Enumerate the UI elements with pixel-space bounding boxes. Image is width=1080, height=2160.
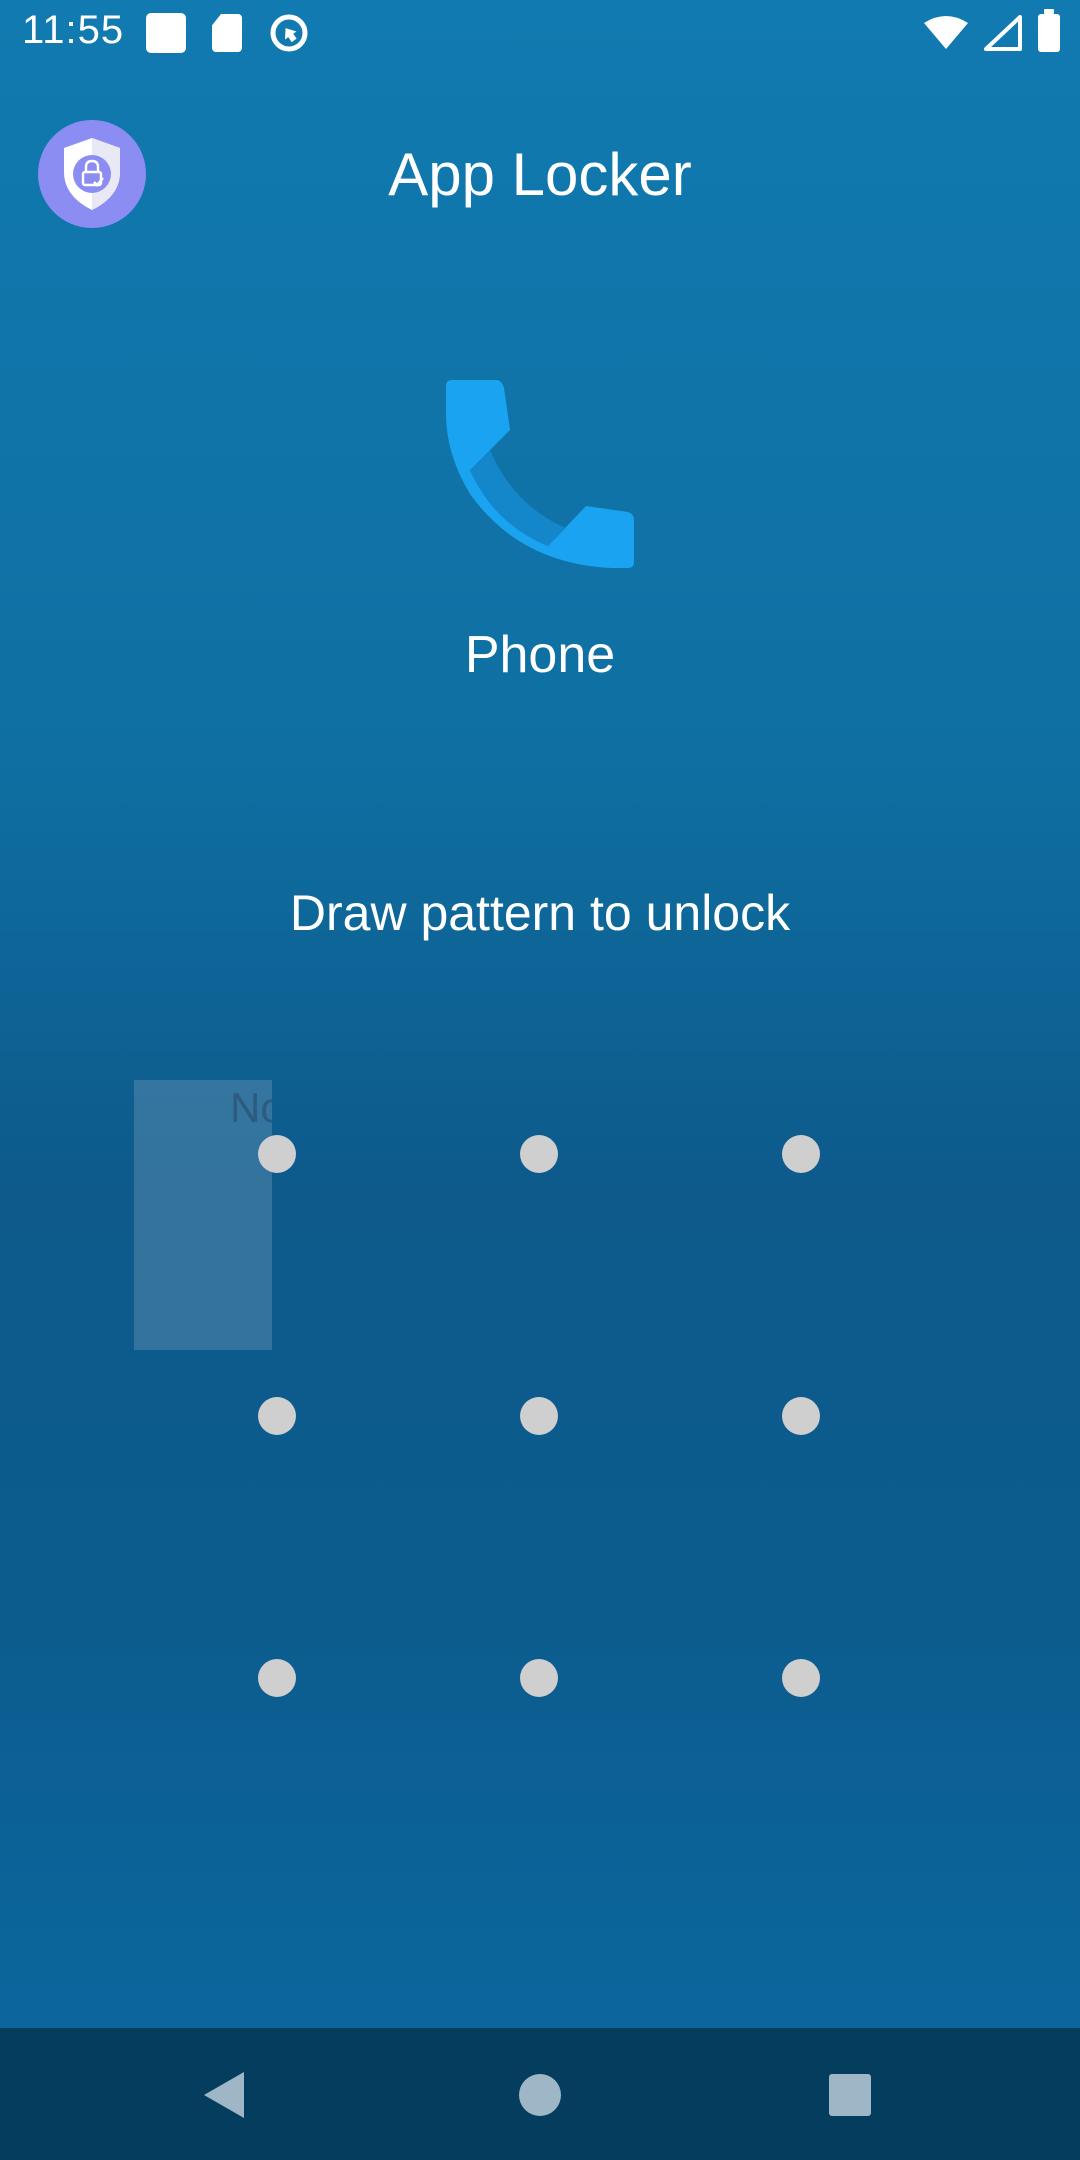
sd-card-icon	[212, 14, 242, 52]
status-time: 11:55	[22, 8, 125, 52]
locked-app-name: Phone	[464, 626, 616, 684]
ghost-overlay: No	[134, 1080, 272, 1350]
unlock-instruction: Draw pattern to unlock	[289, 885, 791, 941]
square-notification-icon	[146, 13, 186, 53]
battery-icon	[1038, 9, 1060, 52]
pattern-dot-4[interactable]	[258, 1397, 296, 1435]
status-right-icons	[924, 9, 1060, 52]
sync-icon	[268, 12, 310, 54]
phone-icon	[440, 374, 640, 574]
pattern-dot-9[interactable]	[782, 1659, 820, 1697]
pattern-dot-6[interactable]	[782, 1397, 820, 1435]
back-icon[interactable]	[204, 2072, 244, 2118]
recents-icon[interactable]	[829, 2074, 871, 2116]
pattern-dot-8[interactable]	[520, 1659, 558, 1697]
status-bar: 11:55	[0, 0, 1080, 66]
pattern-dot-1[interactable]	[258, 1135, 296, 1173]
wifi-icon	[924, 16, 968, 49]
pattern-dot-5[interactable]	[520, 1397, 558, 1435]
status-left-icons	[146, 12, 310, 54]
ghost-overlay-text: No	[230, 1084, 272, 1131]
pattern-dot-3[interactable]	[782, 1135, 820, 1173]
navigation-bar	[0, 2028, 1080, 2160]
cellular-signal-icon	[984, 15, 1022, 51]
pattern-dot-7[interactable]	[258, 1659, 296, 1697]
home-icon[interactable]	[519, 2074, 561, 2116]
page-title: App Locker	[388, 141, 692, 208]
pattern-dot-2[interactable]	[520, 1135, 558, 1173]
